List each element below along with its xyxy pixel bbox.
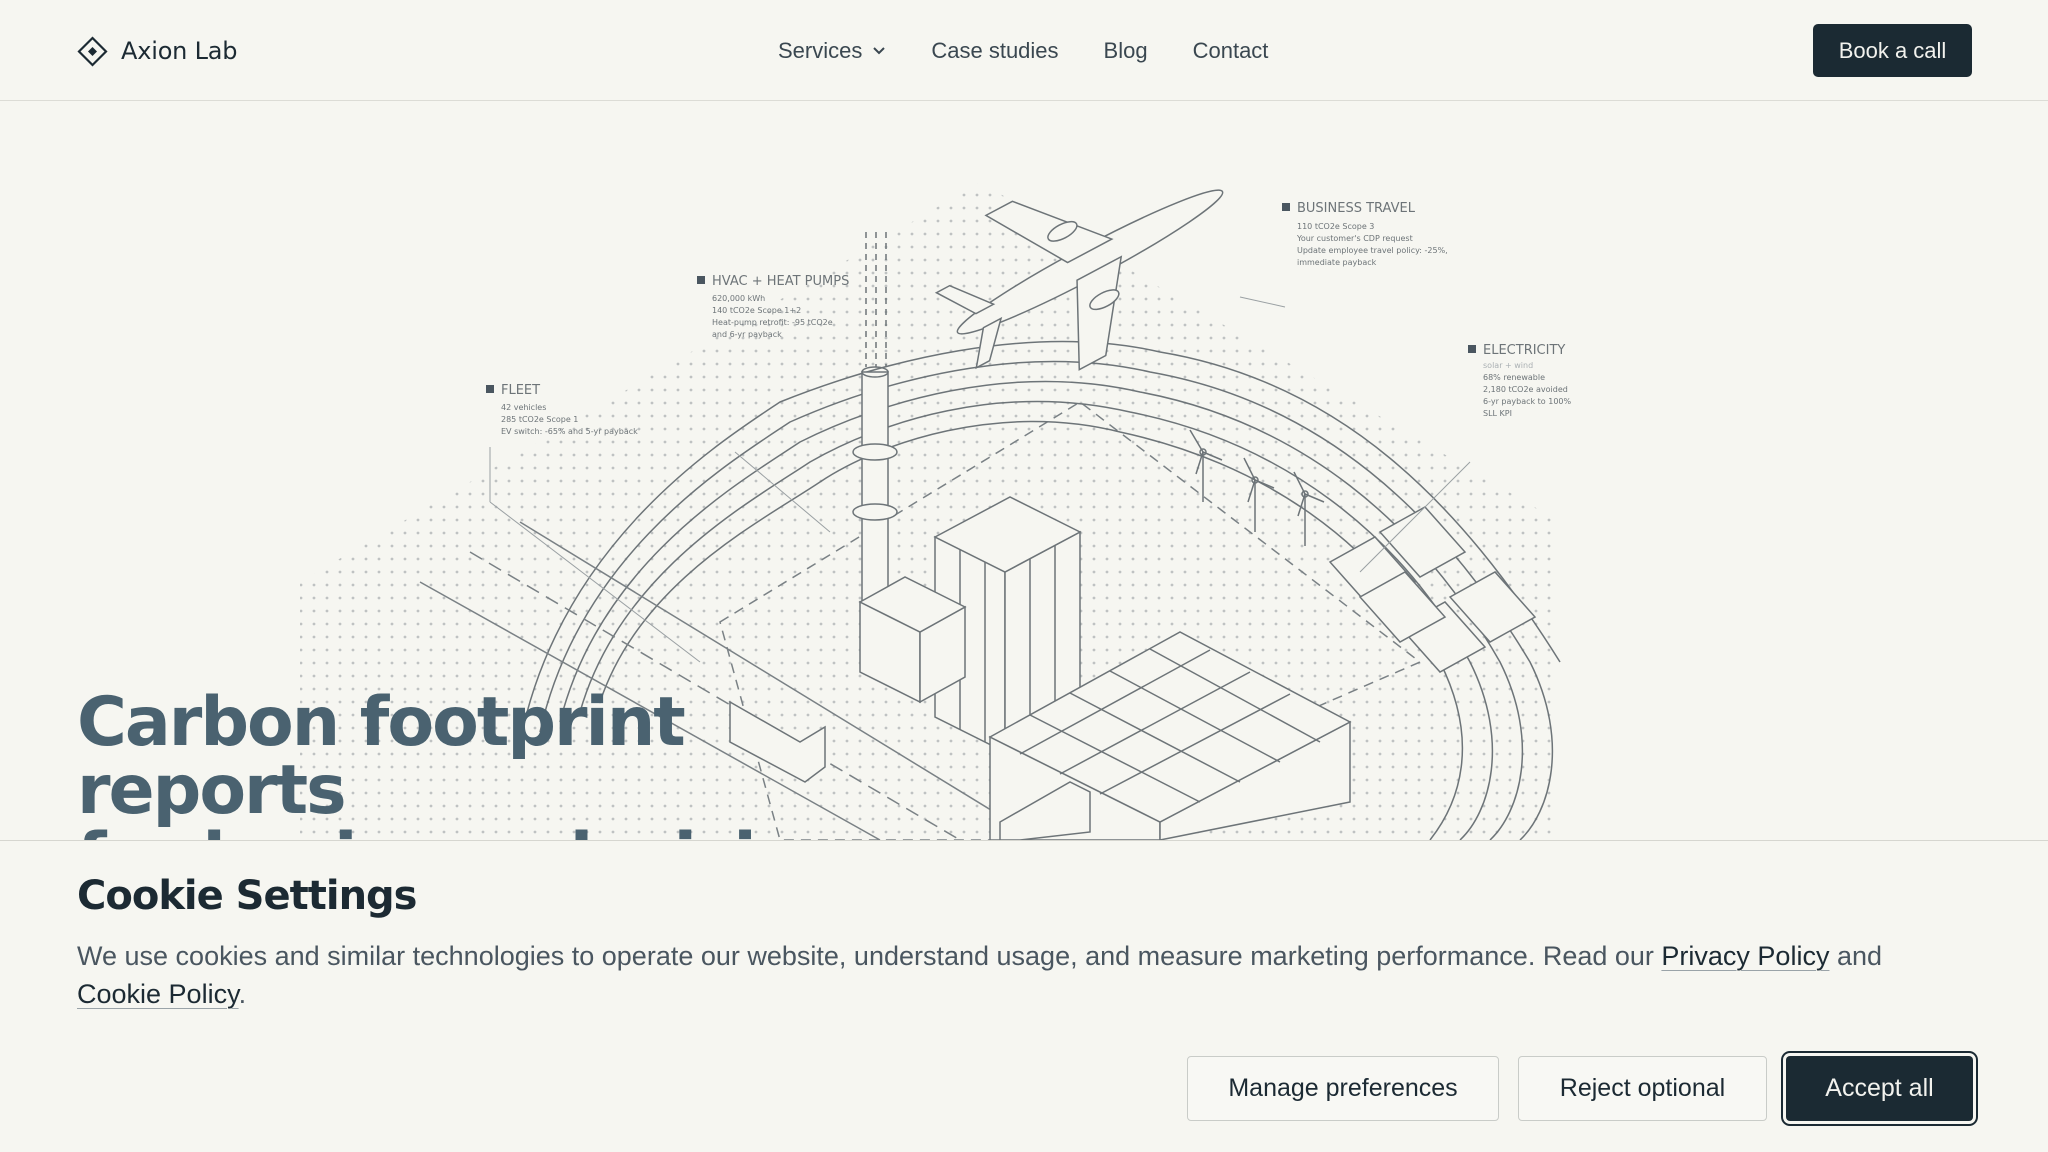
svg-text:110 tCO2e Scope 3: 110 tCO2e Scope 3 xyxy=(1297,222,1374,231)
hero-section: BUSINESS TRAVEL 110 tCO2e Scope 3 Your c… xyxy=(0,102,2048,840)
svg-text:42 vehicles: 42 vehicles xyxy=(501,403,546,412)
nav-case-studies[interactable]: Case studies xyxy=(931,38,1058,64)
brand-logo[interactable]: Axion Lab xyxy=(77,34,238,68)
accept-all-button[interactable]: Accept all xyxy=(1786,1056,1973,1121)
cookie-text-before: We use cookies and similar technologies … xyxy=(77,941,1662,971)
svg-text:SLL KPI: SLL KPI xyxy=(1483,409,1512,418)
hero-title-line-1: Carbon footprint reports xyxy=(77,683,686,830)
cookie-policy-link[interactable]: Cookie Policy xyxy=(77,979,239,1009)
svg-text:ELECTRICITY: ELECTRICITY xyxy=(1483,343,1565,358)
svg-text:285 tCO2e Scope 1: 285 tCO2e Scope 1 xyxy=(501,415,578,424)
privacy-policy-link[interactable]: Privacy Policy xyxy=(1661,941,1829,971)
svg-text:Heat-pump retrofit: -95 tCO2e: Heat-pump retrofit: -95 tCO2e xyxy=(712,318,833,327)
svg-text:Update employee travel policy:: Update employee travel policy: -25%, xyxy=(1297,246,1448,255)
svg-text:EV switch: -65% and 5-yr payba: EV switch: -65% and 5-yr payback xyxy=(501,427,638,436)
svg-text:solar + wind: solar + wind xyxy=(1483,361,1533,370)
nav-contact[interactable]: Contact xyxy=(1193,38,1269,64)
chevron-down-icon xyxy=(873,47,886,55)
svg-text:Your customer's CDP request: Your customer's CDP request xyxy=(1296,234,1413,243)
svg-text:HVAC + HEAT PUMPS: HVAC + HEAT PUMPS xyxy=(712,274,849,289)
nav-services-label: Services xyxy=(778,38,863,63)
manage-preferences-button[interactable]: Manage preferences xyxy=(1187,1056,1499,1121)
svg-text:BUSINESS TRAVEL: BUSINESS TRAVEL xyxy=(1297,201,1416,216)
nav-services[interactable]: Services xyxy=(778,38,886,64)
main-nav: Services Case studies Blog Contact xyxy=(778,36,1268,66)
hero-title-line-2: for business decisions xyxy=(77,825,937,841)
nav-blog[interactable]: Blog xyxy=(1104,38,1148,64)
site-header: Axion Lab Services Case studies Blog Con… xyxy=(0,0,2048,101)
svg-text:FLEET: FLEET xyxy=(501,383,540,398)
svg-text:immediate payback: immediate payback xyxy=(1297,258,1377,267)
hero-title: Carbon footprint reports for business de… xyxy=(77,683,937,841)
svg-text:and 6-yr payback: and 6-yr payback xyxy=(712,330,782,339)
svg-text:620,000 kWh: 620,000 kWh xyxy=(712,294,765,303)
cookie-description: We use cookies and similar technologies … xyxy=(77,937,1977,1013)
diamond-logo-icon xyxy=(77,35,108,67)
brand-name: Axion Lab xyxy=(121,37,238,65)
svg-text:68% renewable: 68% renewable xyxy=(1483,373,1545,382)
callout-electricity: ELECTRICITY solar + wind 68% renewable 2… xyxy=(1468,343,1572,418)
cookie-text-end: . xyxy=(238,979,247,1009)
svg-text:2,180 tCO2e avoided: 2,180 tCO2e avoided xyxy=(1483,385,1568,394)
book-call-button[interactable]: Book a call xyxy=(1813,24,1972,77)
cookie-banner: Cookie Settings We use cookies and simil… xyxy=(0,840,2048,1152)
cookie-title: Cookie Settings xyxy=(77,873,417,919)
cookie-text-and: and xyxy=(1829,941,1883,971)
svg-text:6-yr payback to 100%: 6-yr payback to 100% xyxy=(1483,397,1572,406)
callout-business-travel: BUSINESS TRAVEL 110 tCO2e Scope 3 Your c… xyxy=(1282,201,1448,267)
svg-text:140 tCO2e Scope 1+2: 140 tCO2e Scope 1+2 xyxy=(712,306,801,315)
reject-optional-button[interactable]: Reject optional xyxy=(1518,1056,1767,1121)
